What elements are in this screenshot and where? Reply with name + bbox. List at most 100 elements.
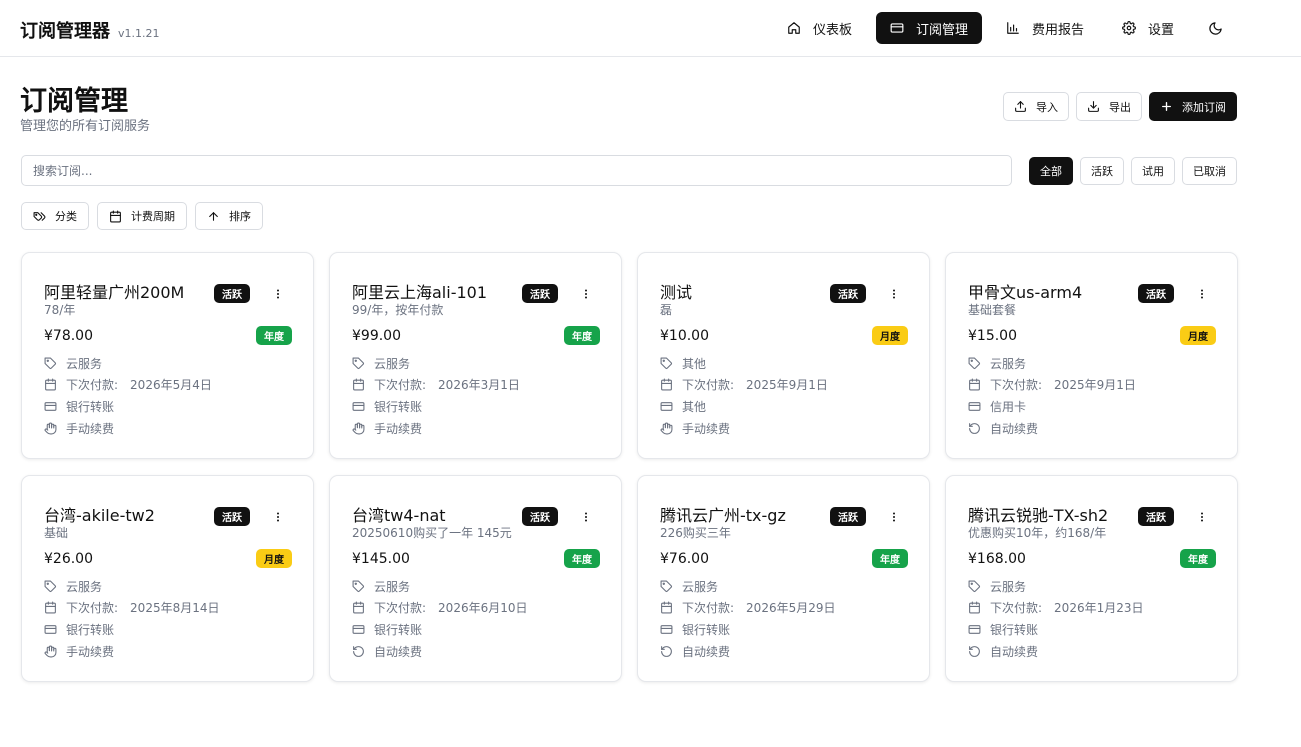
subscription-grid: 阿里轻量广州200M 78/年 活跃 ¥78.00 年度 云服务 下次付款: 2… [21,252,1238,682]
subscription-card-3[interactable]: 测试 磊 活跃 ¥10.00 月度 其他 下次付款: 2025年9月1日 其他 … [637,252,930,459]
more-options-button[interactable] [886,285,902,303]
more-options-button[interactable] [578,508,594,526]
more-vertical-icon [277,289,279,299]
more-vertical-icon [893,289,895,299]
category-filter-button[interactable]: 分类 [21,202,89,230]
category-text: 云服务 [66,580,103,594]
more-vertical-icon [585,289,587,299]
category-row: 云服务 [968,355,1026,372]
next-payment-row: 下次付款: 2025年9月1日 [660,376,828,393]
tag-icon [352,580,364,592]
subscription-description: 20250610购买了一年 145元 [352,526,512,540]
more-options-button[interactable] [578,285,594,303]
category-row: 其他 [660,355,706,372]
next-payment-row: 下次付款: 2026年1月23日 [968,599,1144,616]
more-options-button[interactable] [1194,508,1210,526]
next-payment-date: 2026年1月23日 [1054,601,1144,615]
tag-icon [44,580,56,592]
subscription-name: 腾讯云广州-tx-gz [660,506,786,525]
billing-cycle-badge: 月度 [1180,326,1216,345]
billing-cycle-badge: 年度 [564,326,600,345]
brand: 订阅管理器 v1.1.21 [20,17,160,43]
subscription-price: ¥10.00 [660,328,709,344]
next-payment-row: 下次付款: 2026年3月1日 [352,376,520,393]
next-payment-date: 2026年3月1日 [438,378,520,392]
credit-card-icon [968,625,981,634]
status-badge: 活跃 [830,507,866,526]
app-title: 订阅管理器 [20,21,110,42]
nav-settings[interactable]: 设置 [1108,12,1188,44]
calendar-icon [353,378,364,391]
calendar-icon [45,378,56,391]
next-payment-row: 下次付款: 2026年5月4日 [44,376,212,393]
status-badge: 活跃 [522,284,558,303]
app-version: v1.1.21 [118,27,160,40]
export-button[interactable]: 导出 [1076,92,1142,121]
import-button[interactable]: 导入 [1003,92,1069,121]
next-payment-label: 下次付款: [682,378,735,392]
hand-icon [44,645,57,658]
add-subscription-button[interactable]: 添加订阅 [1149,92,1237,121]
search-input[interactable] [21,155,1012,186]
home-icon [788,22,800,34]
subscription-card-4[interactable]: 甲骨文us-arm4 基础套餐 活跃 ¥15.00 月度 云服务 下次付款: 2… [945,252,1238,459]
nav-reports[interactable]: 费用报告 [992,12,1098,44]
renewal-row: 手动续费 [352,420,422,437]
subscription-card-1[interactable]: 阿里轻量广州200M 78/年 活跃 ¥78.00 年度 云服务 下次付款: 2… [21,252,314,459]
status-badge: 活跃 [214,284,250,303]
subscription-description: 226购买三年 [660,526,731,540]
next-payment-row: 下次付款: 2026年5月29日 [660,599,836,616]
payment-method-text: 银行转账 [990,623,1039,637]
subscription-price: ¥76.00 [660,551,709,567]
more-options-button[interactable] [270,285,286,303]
category-text: 其他 [682,357,707,371]
filter-active[interactable]: 活跃 [1080,157,1124,185]
next-payment-label: 下次付款: [682,601,735,615]
theme-toggle-button[interactable] [1199,12,1231,44]
renewal-text: 自动续费 [990,645,1039,659]
more-options-button[interactable] [270,508,286,526]
billing-cycle-badge: 年度 [564,549,600,568]
billing-cycle-filter-button[interactable]: 计费周期 [97,202,187,230]
rotate-ccw-icon [969,646,980,657]
payment-method-text: 其他 [682,400,707,414]
sub-filters: 分类 计费周期 排序 [21,202,263,230]
more-options-button[interactable] [886,508,902,526]
subscription-name: 阿里云上海ali-101 [352,283,488,302]
subscription-card-7[interactable]: 腾讯云广州-tx-gz 226购买三年 活跃 ¥76.00 年度 云服务 下次付… [637,475,930,682]
filter-trial[interactable]: 试用 [1131,157,1175,185]
payment-method-row: 银行转账 [968,621,1038,638]
renewal-text: 自动续费 [990,422,1039,436]
category-row: 云服务 [352,355,410,372]
nav-dashboard[interactable]: 仪表板 [773,12,866,44]
subscription-card-2[interactable]: 阿里云上海ali-101 99/年，按年付款 活跃 ¥99.00 年度 云服务 … [329,252,622,459]
renewal-text: 手动续费 [66,645,115,659]
more-options-button[interactable] [1194,285,1210,303]
subscription-card-8[interactable]: 腾讯云锐驰-TX-sh2 优惠购买10年，约168/年 活跃 ¥168.00 年… [945,475,1238,682]
tag-icon [968,580,980,592]
nav-subscriptions-label: 订阅管理 [915,22,968,38]
add-subscription-label: 添加订阅 [1182,100,1226,114]
subscription-price: ¥99.00 [352,328,401,344]
next-payment-date: 2025年8月14日 [130,601,220,615]
credit-card-icon [352,402,365,411]
subscription-name: 腾讯云锐驰-TX-sh2 [968,506,1109,525]
subscription-card-6[interactable]: 台湾tw4-nat 20250610购买了一年 145元 活跃 ¥145.00 … [329,475,622,682]
rotate-ccw-icon [353,646,364,657]
renewal-row: 自动续费 [968,643,1038,660]
payment-method-text: 信用卡 [990,400,1027,414]
sort-button-label: 排序 [229,210,251,223]
sort-button[interactable]: 排序 [195,202,263,230]
subscription-name: 台湾-akile-tw2 [44,506,155,525]
next-payment-date: 2026年5月29日 [746,601,836,615]
subscription-card-5[interactable]: 台湾-akile-tw2 基础 活跃 ¥26.00 月度 云服务 下次付款: 2… [21,475,314,682]
next-payment-date: 2026年5月4日 [130,378,212,392]
more-vertical-icon [585,512,587,522]
nav-subscriptions[interactable]: 订阅管理 [875,12,982,44]
rotate-ccw-icon [661,646,672,657]
tag-icon [44,357,56,369]
credit-card-icon [352,625,365,634]
renewal-text: 手动续费 [682,422,731,436]
filter-cancelled[interactable]: 已取消 [1182,157,1237,185]
filter-all[interactable]: 全部 [1029,157,1073,185]
